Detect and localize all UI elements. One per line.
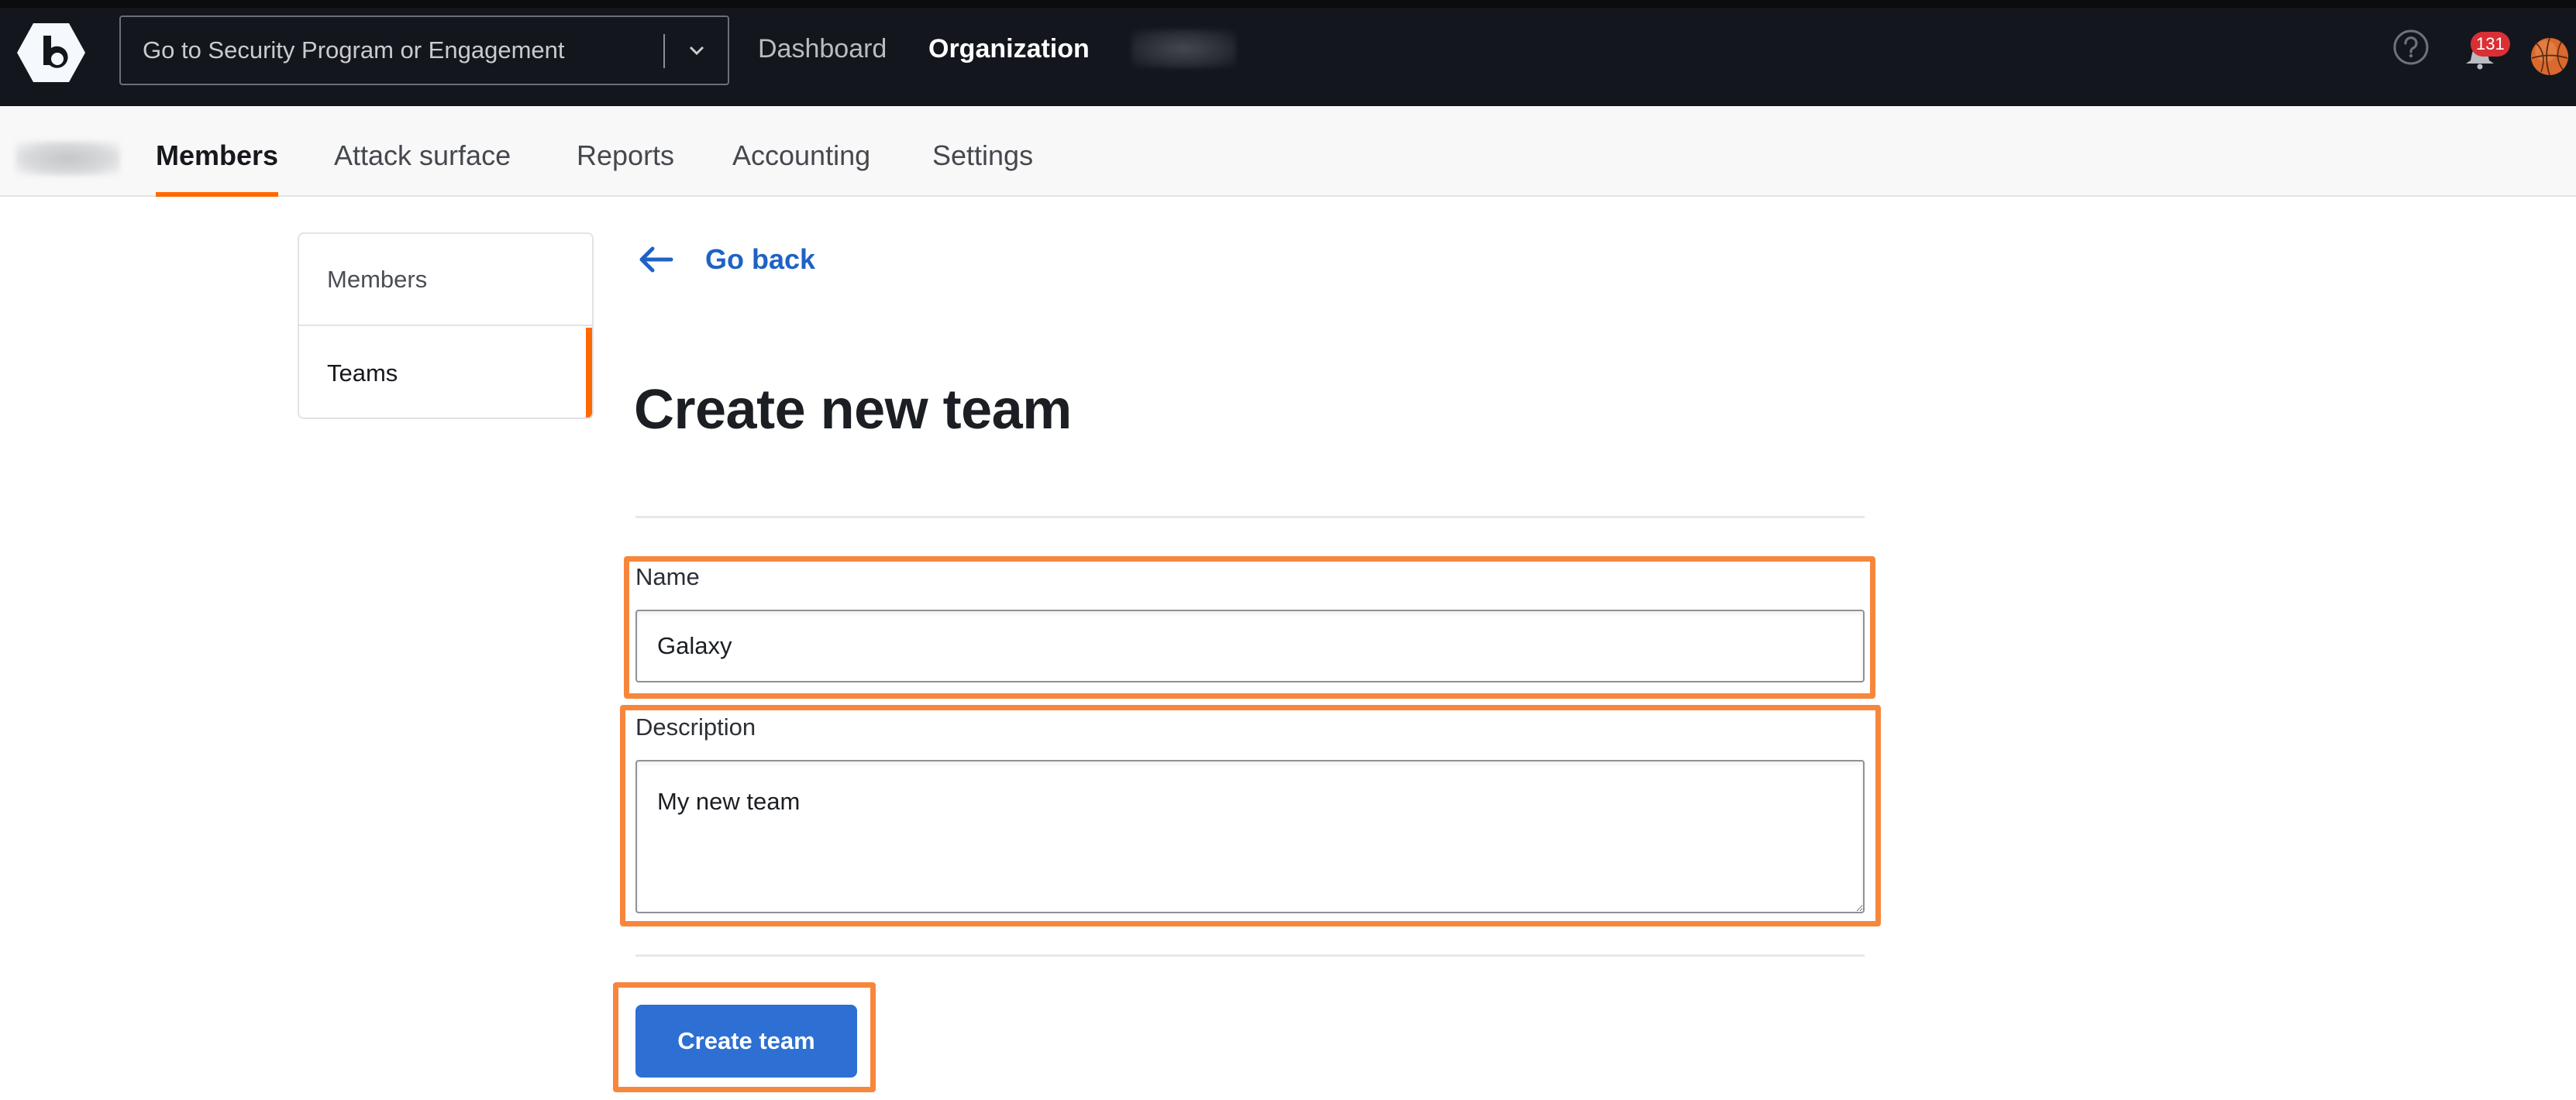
team-name-input[interactable] [635,610,1865,682]
sidebar-item-teams[interactable]: Teams [299,328,592,418]
tab-reports[interactable]: Reports [577,106,674,197]
nav-organization-link[interactable]: Organization [928,15,1090,82]
title-divider [635,516,1865,518]
window-top-strip [0,0,2576,8]
active-item-indicator [586,328,592,418]
page-title: Create new team [634,379,1072,441]
arrow-left-icon [639,246,673,273]
redacted-organization-label [15,141,120,176]
question-circle-icon[interactable] [2392,29,2430,66]
sidebar-item-label: Members [327,266,428,293]
notification-count-badge: 131 [2471,32,2510,57]
bugcrowd-logo-icon[interactable] [15,22,87,84]
go-back-label: Go back [705,243,816,275]
tab-accounting[interactable]: Accounting [732,106,870,197]
program-engagement-select[interactable]: Go to Security Program or Engagement [119,15,729,85]
sidebar-item-members[interactable]: Members [299,234,592,326]
tab-attack-surface[interactable]: Attack surface [334,106,511,197]
select-separator [663,34,665,68]
redacted-organization-name [1131,29,1236,68]
members-sidebar: Members Teams [298,232,594,419]
active-tab-underline [156,192,279,197]
tab-members-label: Members [156,139,279,171]
sidebar-item-label: Teams [327,359,398,387]
name-label: Name [635,563,700,590]
create-team-button[interactable]: Create team [635,1005,857,1078]
form-divider [635,954,1865,957]
top-navbar: Go to Security Program or Engagement Das… [0,8,2576,106]
program-select-placeholder: Go to Security Program or Engagement [143,36,565,64]
tab-members[interactable]: Members [156,106,279,197]
nav-dashboard-link[interactable]: Dashboard [758,15,887,82]
team-description-textarea[interactable]: My new team [635,760,1865,913]
tab-settings[interactable]: Settings [932,106,1033,197]
description-label: Description [635,713,756,741]
chevron-down-icon[interactable] [685,40,708,60]
user-avatar[interactable] [2530,37,2569,76]
organization-subnav: Members Attack surface Reports Accountin… [0,106,2576,197]
